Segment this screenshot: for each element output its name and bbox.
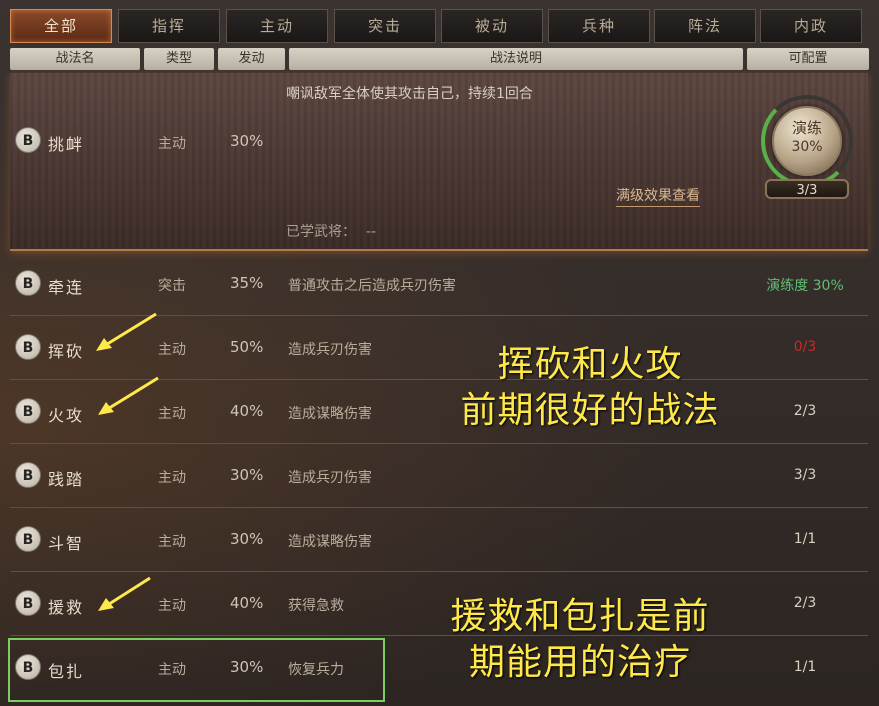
tactic-description: 造成谋略伤害 (288, 406, 372, 422)
tactic-name: 牵连 (48, 278, 85, 297)
tactic-description: 造成谋略伤害 (288, 534, 372, 550)
tab-internal[interactable]: 内政 (760, 9, 862, 43)
tactic-name: 火攻 (48, 406, 85, 425)
tactic-rate: 50% (230, 338, 264, 356)
tactic-rate: 30% (230, 132, 264, 150)
tab-assault[interactable]: 突击 (334, 9, 436, 43)
tactic-configurable: 1/1 (793, 531, 817, 547)
practice-button[interactable]: 演练 30% 3/3 (759, 95, 855, 199)
annotation-line: 期能用的治疗 (468, 642, 691, 683)
header-type[interactable]: 类型 (144, 48, 214, 70)
learned-generals: 已学武将： -- (286, 221, 376, 241)
grade-b-icon: B (15, 462, 41, 488)
tactic-configurable: 演练度 30% (766, 278, 844, 294)
tactic-rate: 30% (230, 466, 264, 484)
annotation-line: 前期很好的战法 (460, 390, 720, 431)
tactic-name: 践踏 (48, 470, 85, 489)
full-effect-link[interactable]: 满级效果查看 (616, 185, 700, 207)
tactic-type: 突击 (158, 278, 186, 294)
tab-command[interactable]: 指挥 (118, 9, 220, 43)
tactic-name: 挥砍 (48, 342, 85, 361)
practice-count: 3/3 (765, 179, 849, 199)
arrow-icon (98, 376, 159, 415)
header-desc: 战法说明 (289, 48, 743, 70)
learned-label: 已学武将： (286, 224, 356, 240)
tactic-type: 主动 (158, 136, 186, 152)
tactic-description: 嘲讽敌军全体使其攻击自己，持续1回合 (286, 86, 533, 102)
tactic-description: 造成兵刃伤害 (288, 470, 372, 486)
tactic-configurable: 2/3 (793, 403, 817, 419)
tactic-rate: 35% (230, 274, 264, 292)
highlight-box (8, 638, 385, 702)
tactics-panel: 全部 指挥 主动 突击 被动 兵种 阵法 内政 战法名 类型 发动 战法说明 可… (0, 0, 879, 706)
tab-troop[interactable]: 兵种 (548, 9, 650, 43)
header-name[interactable]: 战法名 (10, 48, 140, 70)
tactic-description: 普通攻击之后造成兵刃伤害 (288, 278, 456, 294)
tactic-type: 主动 (158, 342, 186, 358)
tactic-name: 挑衅 (48, 135, 85, 154)
tactic-rate: 40% (230, 402, 264, 420)
grade-b-icon: B (15, 590, 41, 616)
tactic-type: 主动 (158, 534, 186, 550)
tactic-row[interactable]: B 践踏 主动 30% 造成兵刃伤害 3/3 (10, 445, 868, 508)
tactic-row[interactable]: B 斗智 主动 30% 造成谋略伤害 1/1 (10, 509, 868, 572)
practice-percent: 30% (791, 139, 823, 155)
annotation-note-1: 挥砍和火攻 前期很好的战法 (430, 342, 750, 434)
tactic-type: 主动 (158, 598, 186, 614)
header-configurable[interactable]: 可配置 (747, 48, 869, 70)
tab-active[interactable]: 主动 (226, 9, 328, 43)
tactic-name: 援救 (48, 598, 85, 617)
tactic-name: 斗智 (48, 534, 85, 553)
tactic-row-expanded[interactable]: B 挑衅 主动 30% 嘲讽敌军全体使其攻击自己，持续1回合 满级效果查看 已学… (10, 73, 868, 251)
practice-label: 演练 (791, 119, 822, 137)
tactic-description: 获得急救 (288, 598, 344, 614)
tactic-rate: 40% (230, 594, 264, 612)
tactic-row[interactable]: B 牵连 突击 35% 普通攻击之后造成兵刃伤害 演练度 30% (10, 254, 868, 316)
grade-b-icon: B (15, 526, 41, 552)
grade-b-icon: B (15, 334, 41, 360)
tactic-configurable: 3/3 (793, 467, 817, 483)
annotation-line: 援救和包扎是前 (450, 596, 710, 637)
tab-passive[interactable]: 被动 (441, 9, 543, 43)
grade-b-icon: B (15, 270, 41, 296)
tactic-configurable: 1/1 (793, 659, 817, 675)
grade-b-icon: B (15, 398, 41, 424)
learned-value: -- (366, 224, 377, 240)
tactic-configurable: 0/3 (793, 339, 817, 355)
tactic-type: 主动 (158, 470, 186, 486)
annotation-note-2: 援救和包扎是前 期能用的治疗 (420, 594, 740, 686)
arrow-icon (96, 312, 157, 351)
tab-bar: 全部 指挥 主动 突击 被动 兵种 阵法 内政 (10, 9, 870, 45)
tactic-description: 造成兵刃伤害 (288, 342, 372, 358)
tab-all[interactable]: 全部 (10, 9, 112, 43)
tab-formation[interactable]: 阵法 (654, 9, 756, 43)
tactic-configurable: 2/3 (793, 595, 817, 611)
grade-b-icon: B (15, 127, 41, 153)
annotation-line: 挥砍和火攻 (497, 344, 683, 385)
header-trigger[interactable]: 发动 (218, 48, 285, 70)
tactic-rate: 30% (230, 530, 264, 548)
arrow-icon (98, 576, 151, 611)
